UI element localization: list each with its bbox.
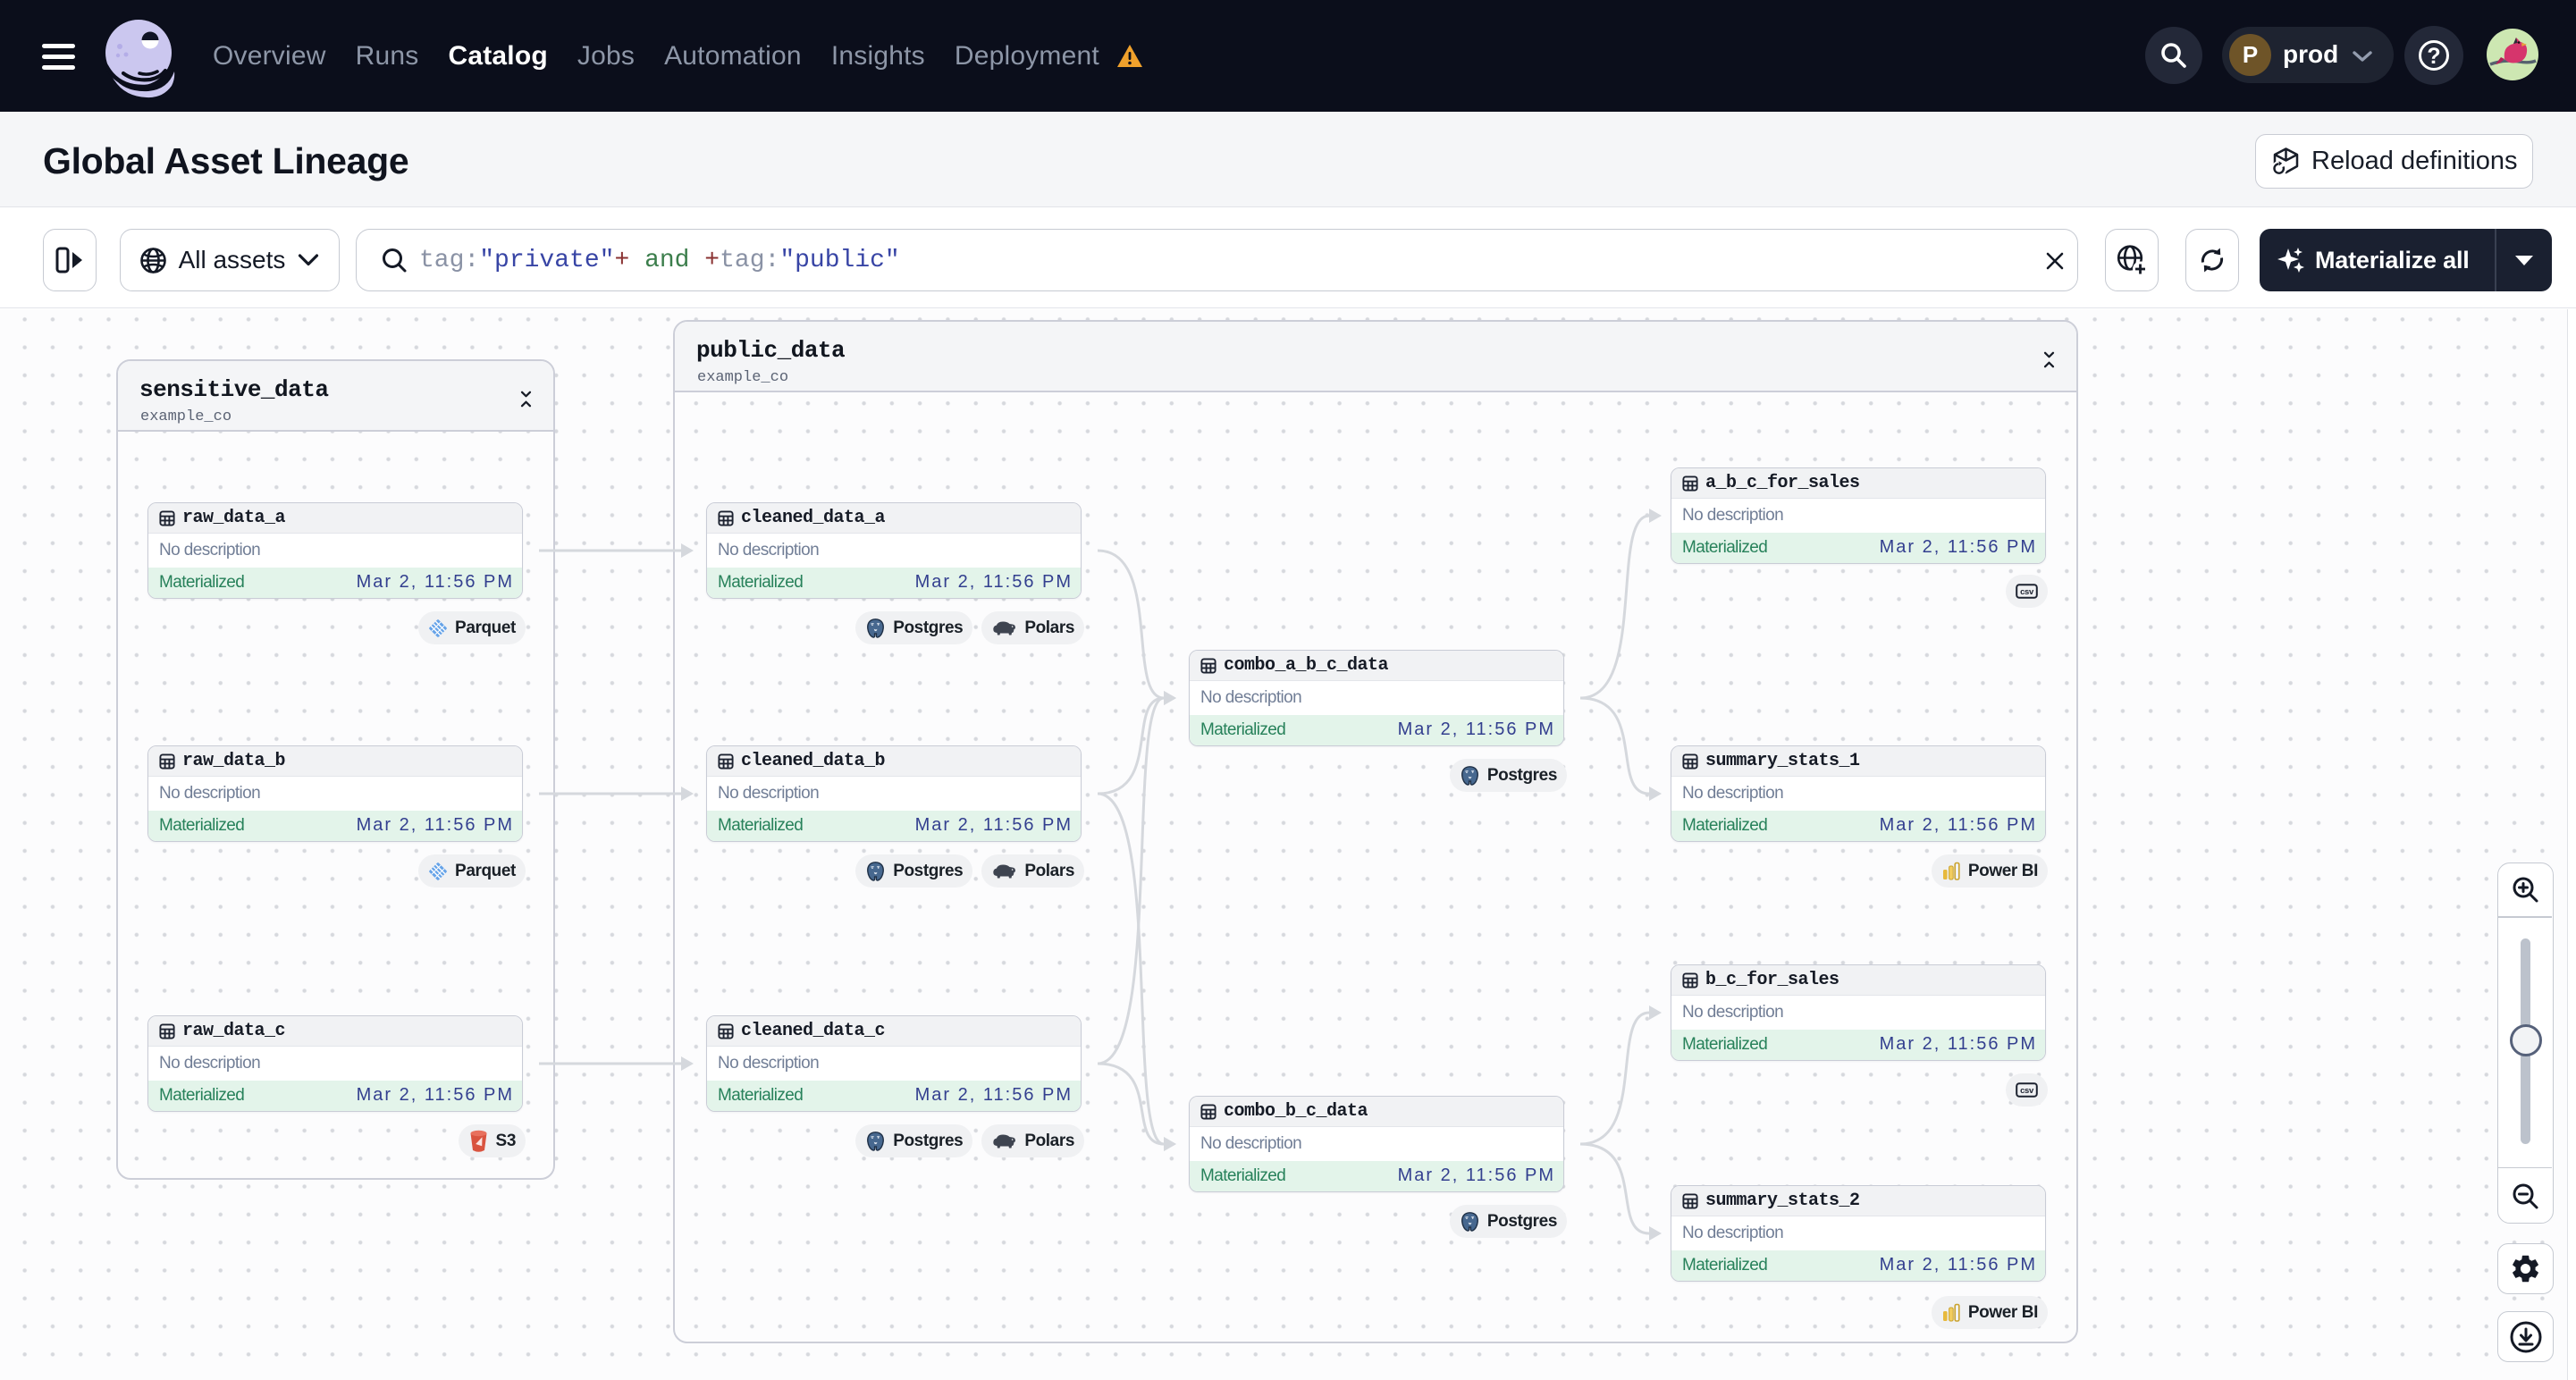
svg-text:csv: csv (2020, 587, 2034, 597)
svg-text:?: ? (2427, 44, 2440, 69)
svg-text:csv: csv (2020, 1086, 2034, 1096)
